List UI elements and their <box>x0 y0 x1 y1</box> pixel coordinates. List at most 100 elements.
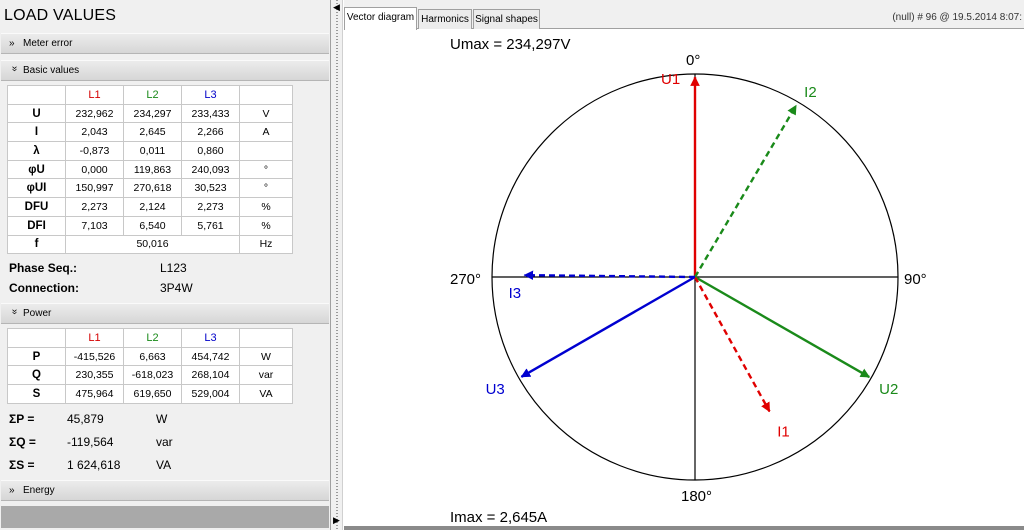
quantity-symbol: DFI <box>7 215 66 236</box>
quantity-symbol: Q <box>7 365 66 386</box>
phasor-label-u3: U3 <box>486 381 505 398</box>
angle-label-270: 270° <box>450 271 481 288</box>
total-value: 45,879 <box>67 412 104 426</box>
header-cell <box>7 85 66 105</box>
value-cell: 268,104 <box>181 365 240 386</box>
tab-signal-shapes[interactable]: Signal shapes <box>473 9 540 29</box>
basic-values-table: L1 L2 L3 U 232,962 234,297 233,433 V I 2,043 2,645… <box>7 85 293 255</box>
value-cell: 2,043 <box>65 122 124 143</box>
value-cell: 230,355 <box>65 365 124 386</box>
value-cell: 0,860 <box>181 141 240 161</box>
value-cell: 50,016 <box>65 234 240 255</box>
vector-diagram-panel: Vector diagram Harmonics Signal shapes (… <box>344 0 1024 530</box>
total-value: -119,564 <box>67 435 114 449</box>
total-unit: var <box>156 435 173 449</box>
table-row: f 50,016 Hz <box>7 234 293 255</box>
quantity-symbol: DFU <box>7 197 66 217</box>
value-cell: -0,873 <box>65 141 124 161</box>
table-row: S 475,964 619,650 529,004 VA <box>7 384 293 404</box>
value-cell: 475,964 <box>65 384 124 404</box>
angle-label-0: 0° <box>686 52 700 69</box>
table-header-row: L1 L2 L3 <box>7 85 293 105</box>
unit-cell: % <box>239 215 293 236</box>
header-cell <box>239 328 293 348</box>
angle-label-90: 90° <box>904 271 927 288</box>
phasor-label-u1: U1 <box>661 71 680 88</box>
column-header: L2 <box>123 85 182 105</box>
table-row: U 232,962 234,297 233,433 V <box>7 103 293 124</box>
table-row: φUI 150,997 270,618 30,523 ° <box>7 178 293 199</box>
phase-seq-value: L123 <box>160 261 187 275</box>
unit-cell: ° <box>239 178 293 199</box>
value-cell: 2,645 <box>123 122 182 143</box>
value-cell: 2,273 <box>65 197 124 217</box>
quantity-symbol: f <box>7 234 66 255</box>
panel-title: LOAD VALUES <box>4 7 117 24</box>
table-row: φU 0,000 119,863 240,093 ° <box>7 159 293 180</box>
unit-cell: % <box>239 197 293 217</box>
unit-cell: V <box>239 103 293 124</box>
column-header: L2 <box>123 328 182 348</box>
section-label: Meter error <box>23 38 73 49</box>
unit-cell: Hz <box>239 234 293 255</box>
value-cell: 529,004 <box>181 384 240 404</box>
column-header: L1 <box>65 328 124 348</box>
imax-label: Imax = 2,645A <box>450 509 547 526</box>
tab-strip: Vector diagram Harmonics Signal shapes (… <box>344 0 1024 30</box>
section-label: Basic values <box>23 65 80 76</box>
panel-splitter[interactable]: ◀ ▶ <box>331 0 343 530</box>
value-cell: 2,273 <box>181 197 240 217</box>
section-energy[interactable]: » Energy <box>1 480 329 501</box>
quantity-symbol: λ <box>7 141 66 161</box>
total-label: ΣP = <box>9 412 35 426</box>
value-cell: 270,618 <box>123 178 182 199</box>
record-info: (null) # 96 @ 19.5.2014 8:07: <box>892 12 1022 23</box>
column-header: L1 <box>65 85 124 105</box>
column-header: L3 <box>181 328 240 348</box>
phasor-label-u2: U2 <box>879 381 898 398</box>
table-row: I 2,043 2,645 2,266 A <box>7 122 293 143</box>
vector-diagram: Umax = 234,297V Imax = 2,645A 0° 90° 180… <box>450 36 927 526</box>
unit-cell: W <box>239 346 293 367</box>
collapse-left-arrow-icon[interactable]: ◀ <box>333 2 340 13</box>
load-values-panel: LOAD VALUES » Meter error » Basic values L… <box>0 0 331 530</box>
table-row: Q 230,355 -618,023 268,104 var <box>7 365 293 386</box>
phasor-u2 <box>694 275 871 379</box>
table-row: DFI 7,103 6,540 5,761% <box>7 215 293 236</box>
connection-label: Connection: <box>9 281 79 295</box>
quantity-symbol: φU <box>7 159 66 180</box>
section-power[interactable]: » Power <box>1 303 329 324</box>
quantity-symbol: I <box>7 122 66 143</box>
tab-harmonics[interactable]: Harmonics <box>418 9 472 29</box>
total-unit: W <box>156 412 168 426</box>
phasor-vectors: U1 U2 U3 I1 I2 I3 <box>486 71 899 440</box>
section-meter-error[interactable]: » Meter error <box>1 33 329 54</box>
total-unit: VA <box>156 458 172 472</box>
quantity-symbol: S <box>7 384 66 404</box>
value-cell: 240,093 <box>181 159 240 180</box>
phasor-u3 <box>520 275 696 378</box>
table-header-row: L1 L2 L3 <box>7 328 293 348</box>
value-cell: 454,742 <box>181 346 240 367</box>
value-cell: 6,540 <box>123 215 182 236</box>
column-header: L3 <box>181 85 240 105</box>
collapse-chevron-icon: » <box>9 66 20 72</box>
value-cell: 2,124 <box>123 197 182 217</box>
unit-cell: VA <box>239 384 293 404</box>
phasor-i2 <box>693 104 798 278</box>
phasor-label-i3: I3 <box>509 285 522 302</box>
tab-vector-diagram[interactable]: Vector diagram <box>344 7 417 30</box>
phasor-label-i2: I2 <box>804 84 817 101</box>
table-row: DFU 2,273 2,124 2,273% <box>7 197 293 217</box>
expand-right-arrow-icon[interactable]: ▶ <box>333 515 340 526</box>
total-value: 1 624,618 <box>67 458 121 472</box>
value-cell: -618,023 <box>123 365 182 386</box>
section-basic-values[interactable]: » Basic values <box>1 60 329 81</box>
expand-chevron-icon: » <box>9 485 15 496</box>
quantity-symbol: φUI <box>7 178 66 199</box>
header-cell <box>239 85 293 105</box>
value-cell: 0,011 <box>123 141 182 161</box>
collapse-chevron-icon: » <box>9 309 20 315</box>
value-cell: 0,000 <box>65 159 124 180</box>
section-label: Power <box>23 308 52 319</box>
